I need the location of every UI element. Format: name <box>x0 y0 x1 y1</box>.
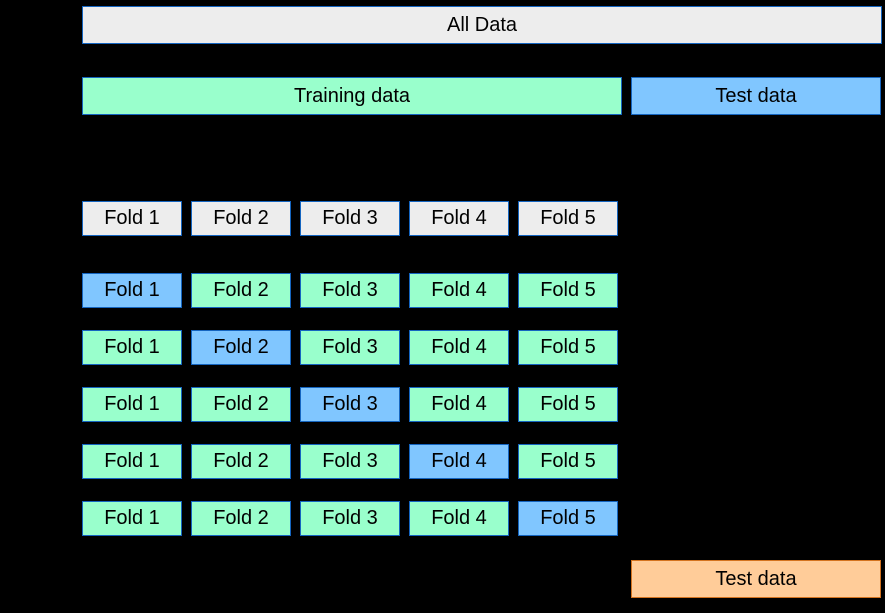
fold-cell-val: Fold 4 <box>409 444 509 479</box>
fold-cell-train: Fold 3 <box>300 273 400 308</box>
all-data-box: All Data <box>82 6 882 44</box>
fold-cell-train: Fold 1 <box>82 501 182 536</box>
fold-header-row: Fold 1 Fold 2 Fold 3 Fold 4 Fold 5 <box>82 201 618 236</box>
fold-cell-val: Fold 3 <box>300 387 400 422</box>
fold-cell-train: Fold 2 <box>191 273 291 308</box>
test-data-box-top: Test data <box>631 77 881 115</box>
fold-cell-train: Fold 2 <box>191 501 291 536</box>
fold-split-row: Fold 1 Fold 2 Fold 3 Fold 4 Fold 5 <box>82 501 618 536</box>
fold-cell-train: Fold 1 <box>82 330 182 365</box>
fold-cell-train: Fold 5 <box>518 444 618 479</box>
fold-cell-val: Fold 2 <box>191 330 291 365</box>
fold-cell-train: Fold 1 <box>82 387 182 422</box>
fold-cell-train: Fold 4 <box>409 330 509 365</box>
fold-header-cell: Fold 1 <box>82 201 182 236</box>
fold-cell-train: Fold 4 <box>409 273 509 308</box>
fold-cell-train: Fold 4 <box>409 501 509 536</box>
fold-header-cell: Fold 2 <box>191 201 291 236</box>
fold-split-row: Fold 1 Fold 2 Fold 3 Fold 4 Fold 5 <box>82 330 618 365</box>
fold-cell-train: Fold 1 <box>82 444 182 479</box>
training-data-box: Training data <box>82 77 622 115</box>
fold-cell-train: Fold 5 <box>518 330 618 365</box>
fold-header-cell: Fold 3 <box>300 201 400 236</box>
fold-split-row: Fold 1 Fold 2 Fold 3 Fold 4 Fold 5 <box>82 273 618 308</box>
fold-header-cell: Fold 4 <box>409 201 509 236</box>
fold-grid: Fold 1 Fold 2 Fold 3 Fold 4 Fold 5 Fold … <box>82 201 618 558</box>
fold-cell-val: Fold 1 <box>82 273 182 308</box>
fold-split-row: Fold 1 Fold 2 Fold 3 Fold 4 Fold 5 <box>82 444 618 479</box>
fold-cell-train: Fold 3 <box>300 444 400 479</box>
fold-cell-train: Fold 2 <box>191 387 291 422</box>
fold-cell-train: Fold 4 <box>409 387 509 422</box>
fold-cell-train: Fold 2 <box>191 444 291 479</box>
fold-cell-train: Fold 5 <box>518 387 618 422</box>
fold-header-cell: Fold 5 <box>518 201 618 236</box>
fold-cell-train: Fold 5 <box>518 273 618 308</box>
fold-split-row: Fold 1 Fold 2 Fold 3 Fold 4 Fold 5 <box>82 387 618 422</box>
fold-cell-val: Fold 5 <box>518 501 618 536</box>
fold-cell-train: Fold 3 <box>300 330 400 365</box>
test-data-box-bottom: Test data <box>631 560 881 598</box>
fold-cell-train: Fold 3 <box>300 501 400 536</box>
